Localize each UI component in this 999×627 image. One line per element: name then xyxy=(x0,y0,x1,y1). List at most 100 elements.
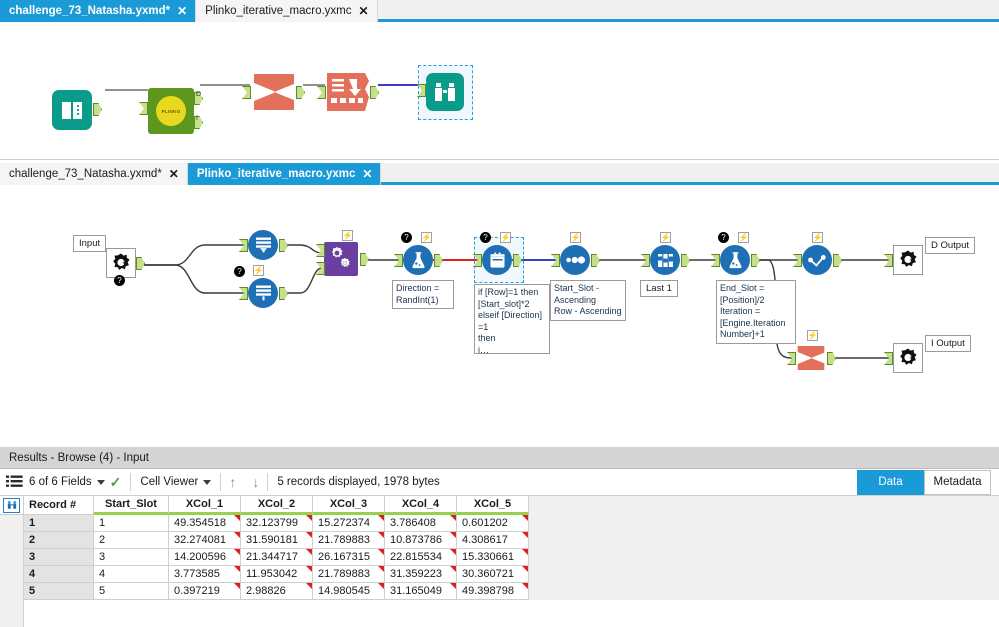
output-anchor[interactable] xyxy=(434,254,443,267)
transpose-tool[interactable] xyxy=(317,72,379,112)
sort-tool[interactable]: ⚡ xyxy=(551,232,600,275)
cell-xcol-4[interactable]: 10.873786 xyxy=(385,532,457,549)
select-records-tool[interactable]: ⚡ xyxy=(793,232,842,275)
cell-xcol-3[interactable]: 15.272374 xyxy=(313,515,385,532)
field-list-icon[interactable] xyxy=(0,469,27,496)
tab-challenge-73-top[interactable]: challenge_73_Natasha.yxmd* ✕ xyxy=(0,0,197,22)
input-anchor[interactable] xyxy=(239,239,248,252)
cell-xcol-2[interactable]: 32.123799 xyxy=(241,515,313,532)
data-tab-button[interactable]: Data xyxy=(857,469,924,495)
output-anchor[interactable] xyxy=(591,254,600,267)
cell-xcol-5[interactable]: 30.360721 xyxy=(457,566,529,583)
input-anchor[interactable] xyxy=(317,86,326,99)
cell-xcol-3[interactable]: 21.789883 xyxy=(313,532,385,549)
multi-row-formula-tool[interactable]: ? ⚡ xyxy=(473,232,522,275)
output-anchor[interactable] xyxy=(681,254,690,267)
close-icon[interactable]: ✕ xyxy=(169,168,179,180)
output-anchor[interactable] xyxy=(751,254,760,267)
input-anchor[interactable] xyxy=(787,352,796,365)
results-data-grid[interactable]: Record # Start_Slot XCol_1 XCol_2 XCol_3… xyxy=(0,496,999,627)
close-icon[interactable]: ✕ xyxy=(177,5,187,17)
browse-corner-icon[interactable] xyxy=(0,496,24,515)
column-header[interactable]: XCol_3 xyxy=(313,496,385,515)
input-anchor[interactable] xyxy=(239,287,248,300)
cell-xcol-5[interactable]: 0.601202 xyxy=(457,515,529,532)
cell-xcol-1[interactable]: 32.274081 xyxy=(169,532,241,549)
input-anchor[interactable] xyxy=(394,254,403,267)
cell-xcol-2[interactable]: 2.98826 xyxy=(241,583,313,600)
sample-tool[interactable]: ⚡ xyxy=(641,232,690,275)
input-anchor[interactable] xyxy=(884,352,893,365)
column-header[interactable]: Start_Slot xyxy=(94,496,169,515)
input-anchor[interactable] xyxy=(139,102,148,115)
scroll-up-button[interactable]: ↑ xyxy=(221,474,244,490)
chevron-down-icon[interactable] xyxy=(203,479,212,485)
macro-workflow-canvas[interactable]: Input ? ? ⚡ ⚡ ? ⚡ Direction = RandInt(1)… xyxy=(0,190,999,445)
input-anchor[interactable] xyxy=(711,254,720,267)
join-tool[interactable]: ⚡ xyxy=(316,230,369,276)
cell-xcol-2[interactable]: 31.590181 xyxy=(241,532,313,549)
table-row[interactable]: 1 1 49.354518 32.123799 15.272374 3.7864… xyxy=(0,515,999,532)
output-anchor[interactable] xyxy=(833,254,842,267)
plinko-macro-tool[interactable]: PLINKO D I xyxy=(139,88,203,134)
cell-xcol-3[interactable]: 26.167315 xyxy=(313,549,385,566)
output-anchor[interactable] xyxy=(827,352,836,365)
cell-xcol-4[interactable]: 31.165049 xyxy=(385,583,457,600)
input-anchor[interactable] xyxy=(551,254,560,267)
cell-xcol-1[interactable]: 3.773585 xyxy=(169,566,241,583)
output-anchor[interactable] xyxy=(279,287,288,300)
cell-xcol-5[interactable]: 4.308617 xyxy=(457,532,529,549)
cell-xcol-4[interactable]: 22.815534 xyxy=(385,549,457,566)
column-header[interactable]: Record # xyxy=(24,496,94,515)
input-anchor[interactable] xyxy=(641,254,650,267)
cell-xcol-4[interactable]: 3.786408 xyxy=(385,515,457,532)
table-row[interactable]: 2 2 32.274081 31.590181 21.789883 10.873… xyxy=(0,532,999,549)
browse-tool[interactable] xyxy=(417,73,464,111)
table-row[interactable]: 5 5 0.397219 2.98826 14.980545 31.165049… xyxy=(0,583,999,600)
cell-xcol-5[interactable]: 49.398798 xyxy=(457,583,529,600)
cell-start-slot[interactable]: 3 xyxy=(94,549,169,566)
cell-xcol-1[interactable]: 14.200596 xyxy=(169,549,241,566)
metadata-tab-button[interactable]: Metadata xyxy=(924,469,991,495)
input-anchor[interactable] xyxy=(242,86,251,99)
close-icon[interactable]: ✕ xyxy=(362,168,372,180)
chevron-down-icon[interactable] xyxy=(96,479,105,485)
macro-output-i[interactable] xyxy=(884,343,923,373)
cell-xcol-5[interactable]: 15.330661 xyxy=(457,549,529,566)
cell-xcol-2[interactable]: 21.344717 xyxy=(241,549,313,566)
cell-start-slot[interactable]: 4 xyxy=(94,566,169,583)
append-fields-tool-1[interactable] xyxy=(239,230,288,260)
cell-start-slot[interactable]: 5 xyxy=(94,583,169,600)
top-workflow-canvas[interactable]: PLINKO D I xyxy=(0,25,999,160)
cell-xcol-1[interactable]: 0.397219 xyxy=(169,583,241,600)
input-data-tool[interactable] xyxy=(52,90,102,130)
summarize-tool-2[interactable]: ⚡ xyxy=(787,330,836,374)
formula-tool-2[interactable]: ? ⚡ xyxy=(711,232,760,275)
tab-plinko-macro-top[interactable]: Plinko_iterative_macro.yxmc ✕ xyxy=(196,0,378,22)
tab-challenge-73-bottom[interactable]: challenge_73_Natasha.yxmd* ✕ xyxy=(0,163,188,185)
input-anchor-left[interactable] xyxy=(316,244,325,257)
column-header[interactable]: XCol_4 xyxy=(385,496,457,515)
output-anchor[interactable] xyxy=(296,86,305,99)
fields-selector[interactable]: 6 of 6 Fields ✓ xyxy=(27,469,130,496)
input-anchor-right[interactable] xyxy=(316,262,325,275)
output-anchor[interactable] xyxy=(136,257,145,270)
input-anchor[interactable] xyxy=(793,254,802,267)
cell-start-slot[interactable]: 2 xyxy=(94,532,169,549)
summarize-tool[interactable] xyxy=(242,72,305,112)
cell-xcol-2[interactable]: 11.953042 xyxy=(241,566,313,583)
macro-output-d[interactable] xyxy=(884,245,923,275)
macro-input-tool[interactable]: ? xyxy=(106,248,145,286)
cell-xcol-4[interactable]: 31.359223 xyxy=(385,566,457,583)
append-fields-tool-2[interactable]: ? ⚡ xyxy=(234,265,288,308)
output-anchor[interactable] xyxy=(279,239,288,252)
output-anchor[interactable] xyxy=(370,86,379,99)
column-header[interactable]: XCol_2 xyxy=(241,496,313,515)
cell-xcol-3[interactable]: 21.789883 xyxy=(313,566,385,583)
cell-xcol-3[interactable]: 14.980545 xyxy=(313,583,385,600)
column-header[interactable]: XCol_1 xyxy=(169,496,241,515)
close-icon[interactable]: ✕ xyxy=(359,5,369,17)
column-header[interactable]: XCol_5 xyxy=(457,496,529,515)
input-anchor[interactable] xyxy=(884,254,893,267)
cell-start-slot[interactable]: 1 xyxy=(94,515,169,532)
